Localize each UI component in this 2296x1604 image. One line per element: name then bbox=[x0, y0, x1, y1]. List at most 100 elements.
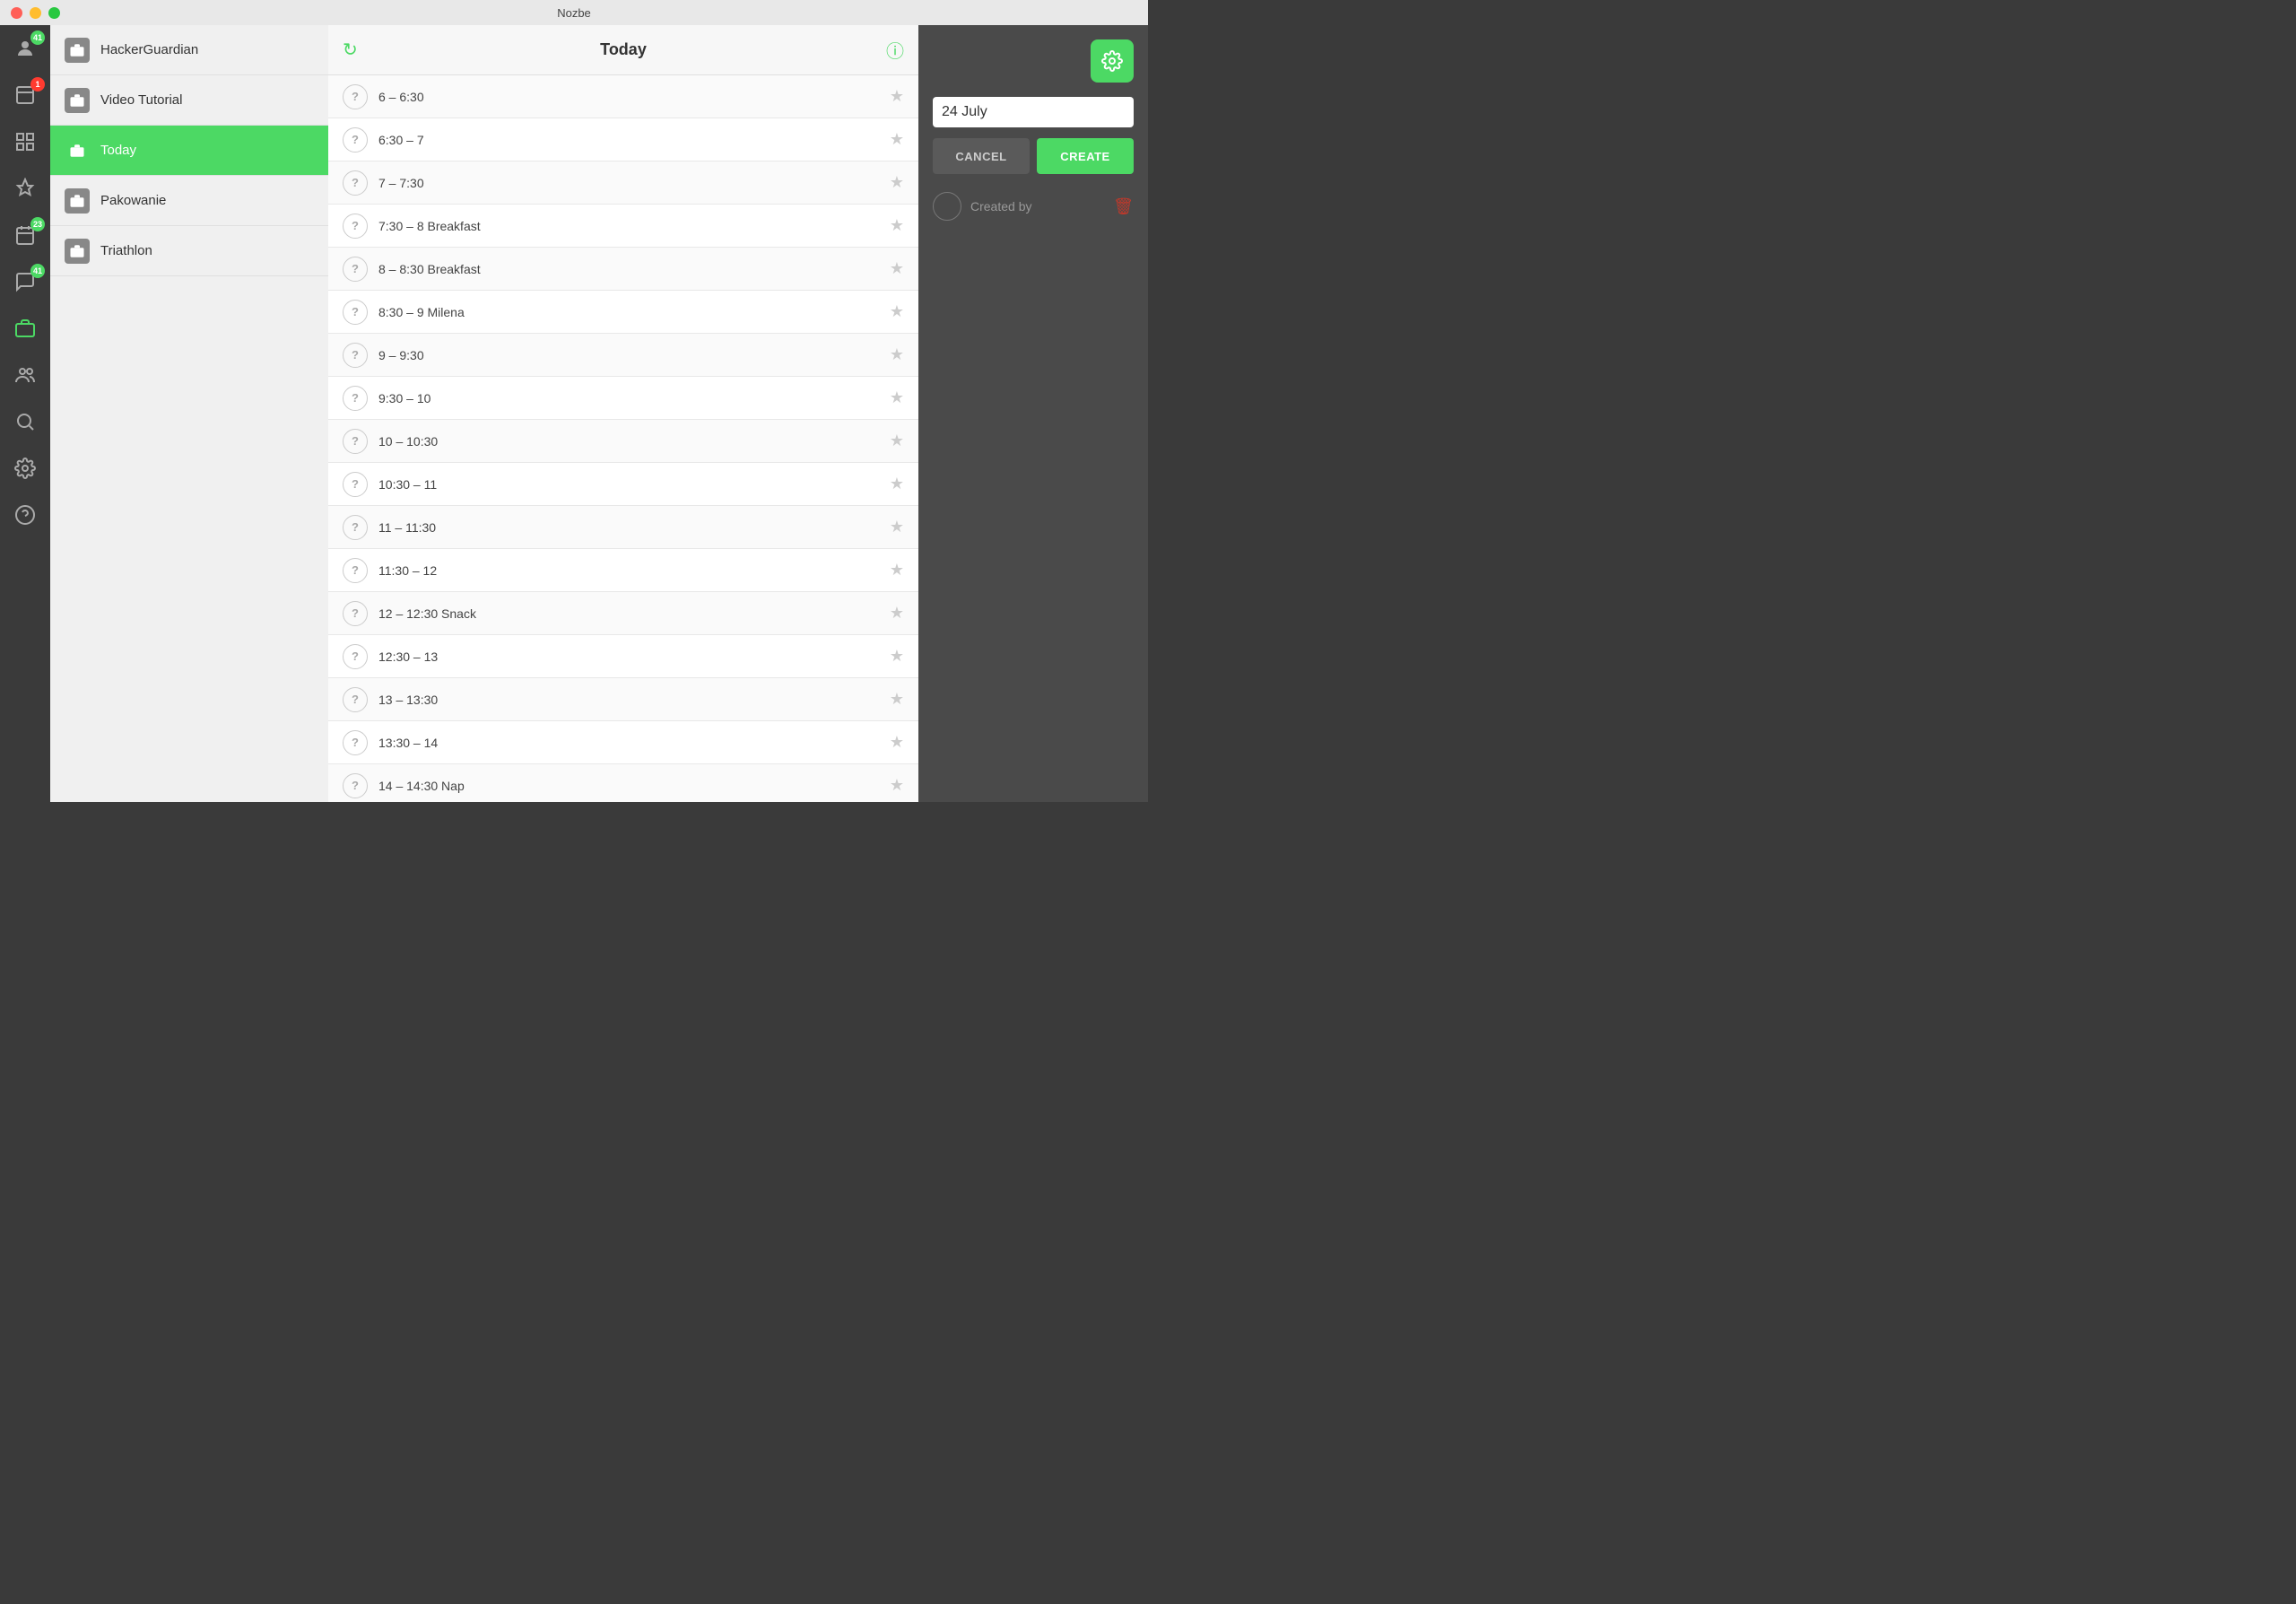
project-item-hacker[interactable]: HackerGuardian bbox=[50, 25, 328, 75]
task-item[interactable]: ? 9 – 9:30 ★ bbox=[328, 334, 918, 377]
app-title: Nozbe bbox=[557, 6, 591, 20]
task-label: 8 – 8:30 Breakfast bbox=[378, 262, 890, 276]
task-checkbox[interactable]: ? bbox=[343, 730, 368, 755]
task-star[interactable]: ★ bbox=[890, 776, 904, 795]
project-icon-hacker bbox=[65, 38, 90, 63]
task-checkbox[interactable]: ? bbox=[343, 429, 368, 454]
task-star[interactable]: ★ bbox=[890, 432, 904, 450]
task-checkbox[interactable]: ? bbox=[343, 84, 368, 109]
task-star[interactable]: ★ bbox=[890, 561, 904, 580]
task-item[interactable]: ? 14 – 14:30 Nap ★ bbox=[328, 764, 918, 802]
task-star[interactable]: ★ bbox=[890, 302, 904, 321]
task-item[interactable]: ? 11 – 11:30 ★ bbox=[328, 506, 918, 549]
project-icon-today bbox=[65, 138, 90, 163]
task-star[interactable]: ★ bbox=[890, 647, 904, 666]
task-item[interactable]: ? 8 – 8:30 Breakfast ★ bbox=[328, 248, 918, 291]
task-item[interactable]: ? 10:30 – 11 ★ bbox=[328, 463, 918, 506]
task-checkbox[interactable]: ? bbox=[343, 170, 368, 196]
task-checkbox[interactable]: ? bbox=[343, 644, 368, 669]
task-star[interactable]: ★ bbox=[890, 388, 904, 407]
task-checkbox[interactable]: ? bbox=[343, 687, 368, 712]
task-star[interactable]: ★ bbox=[890, 518, 904, 536]
task-item[interactable]: ? 7 – 7:30 ★ bbox=[328, 161, 918, 205]
task-checkbox[interactable]: ? bbox=[343, 343, 368, 368]
task-label: 6 – 6:30 bbox=[378, 90, 890, 104]
action-buttons: CANCEL CREATE bbox=[933, 138, 1134, 174]
sidebar-item-grid[interactable] bbox=[0, 118, 50, 165]
task-item[interactable]: ? 11:30 – 12 ★ bbox=[328, 549, 918, 592]
close-button[interactable] bbox=[11, 7, 22, 19]
project-label-triathlon: Triathlon bbox=[100, 243, 152, 258]
task-star[interactable]: ★ bbox=[890, 604, 904, 623]
project-label-today: Today bbox=[100, 143, 136, 158]
task-checkbox[interactable]: ? bbox=[343, 558, 368, 583]
project-item-pakowanie[interactable]: Pakowanie bbox=[50, 176, 328, 226]
sidebar-item-team[interactable] bbox=[0, 352, 50, 398]
task-label: 7 – 7:30 bbox=[378, 176, 890, 190]
task-item[interactable]: ? 13 – 13:30 ★ bbox=[328, 678, 918, 721]
task-star[interactable]: ★ bbox=[890, 87, 904, 106]
task-label: 13:30 – 14 bbox=[378, 736, 890, 750]
task-star[interactable]: ★ bbox=[890, 259, 904, 278]
task-item[interactable]: ? 12 – 12:30 Snack ★ bbox=[328, 592, 918, 635]
task-checkbox[interactable]: ? bbox=[343, 386, 368, 411]
sidebar-item-calendar[interactable]: 23 bbox=[0, 212, 50, 258]
task-label: 14 – 14:30 Nap bbox=[378, 779, 890, 793]
window-controls[interactable] bbox=[11, 7, 60, 19]
task-item[interactable]: ? 7:30 – 8 Breakfast ★ bbox=[328, 205, 918, 248]
task-checkbox[interactable]: ? bbox=[343, 515, 368, 540]
project-list: HackerGuardian Video Tutorial Today Pako… bbox=[50, 25, 328, 802]
titlebar: Nozbe bbox=[0, 0, 1148, 25]
task-star[interactable]: ★ bbox=[890, 173, 904, 192]
sidebar-item-pin[interactable] bbox=[0, 165, 50, 212]
sidebar-item-profile[interactable]: 41 bbox=[0, 25, 50, 72]
date-input[interactable] bbox=[942, 104, 1125, 120]
task-item[interactable]: ? 9:30 – 10 ★ bbox=[328, 377, 918, 420]
task-checkbox[interactable]: ? bbox=[343, 214, 368, 239]
date-input-container[interactable] bbox=[933, 97, 1134, 127]
minimize-button[interactable] bbox=[30, 7, 41, 19]
sidebar-item-help[interactable] bbox=[0, 492, 50, 538]
task-item[interactable]: ? 10 – 10:30 ★ bbox=[328, 420, 918, 463]
task-star[interactable]: ★ bbox=[890, 345, 904, 364]
task-star[interactable]: ★ bbox=[890, 130, 904, 149]
main-header-title: Today bbox=[600, 40, 647, 59]
task-item[interactable]: ? 12:30 – 13 ★ bbox=[328, 635, 918, 678]
task-checkbox[interactable]: ? bbox=[343, 601, 368, 626]
create-button[interactable]: CREATE bbox=[1037, 138, 1134, 174]
task-star[interactable]: ★ bbox=[890, 733, 904, 752]
task-star[interactable]: ★ bbox=[890, 216, 904, 235]
cancel-button[interactable]: CANCEL bbox=[933, 138, 1030, 174]
task-checkbox[interactable]: ? bbox=[343, 257, 368, 282]
task-label: 12 – 12:30 Snack bbox=[378, 606, 890, 621]
delete-icon[interactable]: 🗑 bbox=[1113, 197, 1134, 216]
task-checkbox[interactable]: ? bbox=[343, 127, 368, 153]
profile-badge: 41 bbox=[30, 31, 45, 45]
info-icon[interactable]: ⓘ bbox=[886, 37, 904, 63]
task-item[interactable]: ? 13:30 – 14 ★ bbox=[328, 721, 918, 764]
task-checkbox[interactable]: ? bbox=[343, 300, 368, 325]
project-icon-video bbox=[65, 88, 90, 113]
task-checkbox[interactable]: ? bbox=[343, 773, 368, 798]
project-icon-pakowanie bbox=[65, 188, 90, 214]
maximize-button[interactable] bbox=[48, 7, 60, 19]
task-checkbox[interactable]: ? bbox=[343, 472, 368, 497]
sidebar-item-settings[interactable] bbox=[0, 445, 50, 492]
gear-button[interactable] bbox=[1091, 39, 1134, 83]
task-item[interactable]: ? 6 – 6:30 ★ bbox=[328, 75, 918, 118]
task-label: 12:30 – 13 bbox=[378, 649, 890, 664]
project-item-today[interactable]: Today bbox=[50, 126, 328, 176]
task-item[interactable]: ? 6:30 – 7 ★ bbox=[328, 118, 918, 161]
sidebar-item-search[interactable] bbox=[0, 398, 50, 445]
task-star[interactable]: ★ bbox=[890, 690, 904, 709]
project-label-pakowanie: Pakowanie bbox=[100, 193, 166, 208]
task-star[interactable]: ★ bbox=[890, 475, 904, 493]
sidebar-item-inbox[interactable]: 1 bbox=[0, 72, 50, 118]
project-icon-triathlon bbox=[65, 239, 90, 264]
project-item-triathlon[interactable]: Triathlon bbox=[50, 226, 328, 276]
sidebar-item-chat[interactable]: 41 bbox=[0, 258, 50, 305]
refresh-icon[interactable]: ↻ bbox=[343, 39, 358, 61]
task-item[interactable]: ? 8:30 – 9 Milena ★ bbox=[328, 291, 918, 334]
project-item-video[interactable]: Video Tutorial bbox=[50, 75, 328, 126]
sidebar-item-projects[interactable] bbox=[0, 305, 50, 352]
